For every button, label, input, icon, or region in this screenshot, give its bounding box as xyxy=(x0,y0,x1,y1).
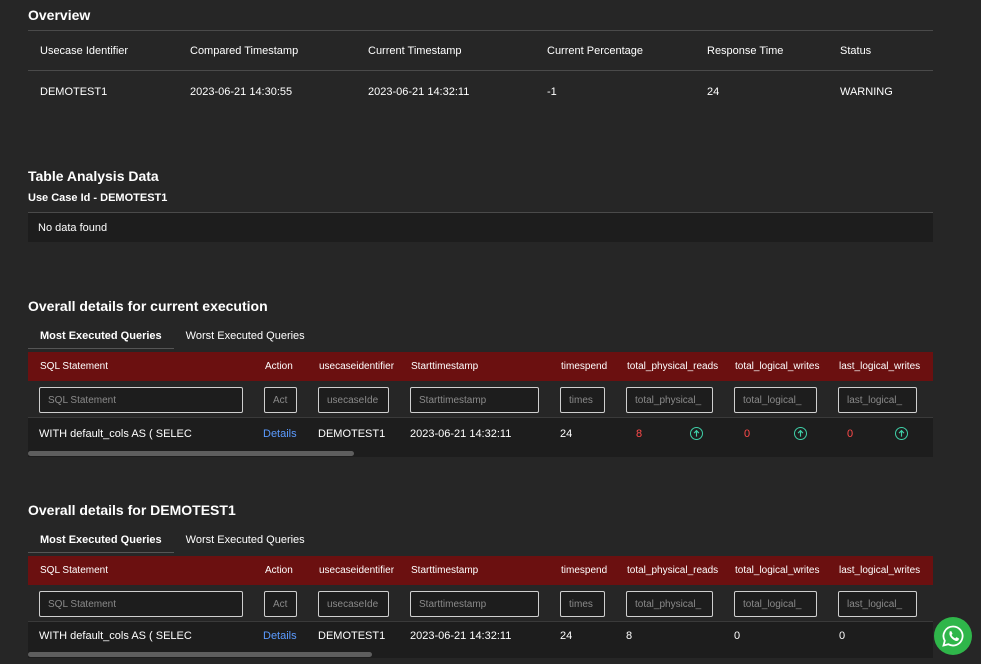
cell-physical-reads: 8 xyxy=(636,427,643,440)
cell-usecase: DEMOTEST1 xyxy=(318,630,386,642)
current-exec-title: Overall details for current execution xyxy=(28,298,268,314)
cell-logical-writes: 0 xyxy=(734,630,741,642)
overview-table: Usecase Identifier Compared Timestamp Cu… xyxy=(28,30,933,112)
filter-physical-reads-input[interactable] xyxy=(626,387,713,413)
cell-last-logical-writes: 0 xyxy=(839,630,846,642)
cell-last-logical-writes: 0 xyxy=(847,427,854,440)
overview-header: Response Time xyxy=(707,44,784,57)
col-header-physical-reads[interactable]: total_physical_reads xyxy=(627,556,718,585)
cell-timespend: 24 xyxy=(560,427,573,440)
table-analysis-table: No data found xyxy=(28,212,933,242)
filter-physical-reads-input[interactable] xyxy=(626,591,713,617)
col-header-timespend[interactable]: timespend xyxy=(561,352,607,381)
tab-worst-executed[interactable]: Worst Executed Queries xyxy=(174,527,317,553)
filter-last-logical-writes-input[interactable] xyxy=(838,591,917,617)
cell-start: 2023-06-21 14:32:11 xyxy=(410,630,512,642)
overview-cell: DEMOTEST1 xyxy=(40,85,108,98)
filter-start-input[interactable] xyxy=(410,387,539,413)
overview-title: Overview xyxy=(28,7,91,23)
overview-header: Usecase Identifier xyxy=(40,44,129,57)
cell-sql: WITH default_cols AS ( SELEC xyxy=(39,427,192,440)
grid-filter-row xyxy=(28,381,933,418)
col-header-start[interactable]: Starttimestamp xyxy=(411,556,478,585)
col-header-logical-writes[interactable]: total_logical_writes xyxy=(735,352,820,381)
demotest-exec-title: Overall details for DEMOTEST1 xyxy=(28,502,236,518)
overview-cell: 2023-06-21 14:30:55 xyxy=(190,85,293,98)
cell-physical-reads: 8 xyxy=(626,630,633,642)
col-header-last-logical-writes[interactable]: last_logical_writes xyxy=(839,352,920,381)
filter-timespend-input[interactable] xyxy=(560,387,605,413)
overview-header: Status xyxy=(840,44,872,57)
col-header-action[interactable]: Action xyxy=(265,556,293,585)
overview-cell: -1 xyxy=(547,85,557,98)
filter-last-logical-writes-input[interactable] xyxy=(838,387,917,413)
arrow-up-circle-icon xyxy=(794,418,807,449)
whatsapp-icon[interactable] xyxy=(934,617,972,655)
scrollbar-thumb[interactable] xyxy=(28,652,372,657)
current-exec-grid: SQL Statement Action usecaseidentifier S… xyxy=(28,352,933,457)
details-link[interactable]: Details xyxy=(263,418,297,449)
tab-worst-executed[interactable]: Worst Executed Queries xyxy=(174,323,317,349)
overview-header: Compared Timestamp xyxy=(190,44,299,57)
col-header-last-logical-writes[interactable]: last_logical_writes xyxy=(839,556,920,585)
cell-sql: WITH default_cols AS ( SELEC xyxy=(39,630,192,642)
filter-logical-writes-input[interactable] xyxy=(734,591,817,617)
grid-filter-row xyxy=(28,585,933,622)
tab-most-executed[interactable]: Most Executed Queries xyxy=(28,527,174,553)
col-header-usecase[interactable]: usecaseidentifier xyxy=(319,352,394,381)
arrow-up-circle-icon xyxy=(895,418,908,449)
overview-cell: 2023-06-21 14:32:11 xyxy=(368,85,470,98)
arrow-up-circle-icon xyxy=(690,418,703,449)
filter-sql-input[interactable] xyxy=(39,591,243,617)
filter-action-input[interactable] xyxy=(264,387,297,413)
filter-logical-writes-input[interactable] xyxy=(734,387,817,413)
overview-header-row: Usecase Identifier Compared Timestamp Cu… xyxy=(28,30,933,71)
col-header-action[interactable]: Action xyxy=(265,352,293,381)
table-row: WITH default_cols AS ( SELEC Details DEM… xyxy=(28,622,933,650)
col-header-sql[interactable]: SQL Statement xyxy=(40,352,108,381)
current-exec-tabs: Most Executed Queries Worst Executed Que… xyxy=(28,323,317,349)
table-row: WITH default_cols AS ( SELEC Details DEM… xyxy=(28,418,933,449)
overview-header: Current Percentage xyxy=(547,44,643,57)
cell-timespend: 24 xyxy=(560,630,573,642)
filter-sql-input[interactable] xyxy=(39,387,243,413)
demotest-exec-grid: SQL Statement Action usecaseidentifier S… xyxy=(28,556,933,658)
table-analysis-title: Table Analysis Data xyxy=(28,168,159,184)
cell-usecase: DEMOTEST1 xyxy=(318,427,386,440)
overview-status: WARNING xyxy=(840,85,893,98)
col-header-usecase[interactable]: usecaseidentifier xyxy=(319,556,394,585)
overview-row: DEMOTEST1 2023-06-21 14:30:55 2023-06-21… xyxy=(28,71,933,112)
grid-header-row: SQL Statement Action usecaseidentifier S… xyxy=(28,352,933,381)
filter-usecase-input[interactable] xyxy=(318,591,389,617)
col-header-start[interactable]: Starttimestamp xyxy=(411,352,478,381)
grid-header-row: SQL Statement Action usecaseidentifier S… xyxy=(28,556,933,585)
no-data-row: No data found xyxy=(28,213,933,242)
overview-header: Current Timestamp xyxy=(368,44,462,57)
tab-most-executed[interactable]: Most Executed Queries xyxy=(28,323,174,349)
col-header-logical-writes[interactable]: total_logical_writes xyxy=(735,556,820,585)
col-header-physical-reads[interactable]: total_physical_reads xyxy=(627,352,718,381)
details-link[interactable]: Details xyxy=(263,622,297,650)
horizontal-scrollbar[interactable] xyxy=(28,650,933,658)
horizontal-scrollbar[interactable] xyxy=(28,449,933,457)
cell-start: 2023-06-21 14:32:11 xyxy=(410,427,512,440)
cell-logical-writes: 0 xyxy=(744,427,751,440)
filter-usecase-input[interactable] xyxy=(318,387,389,413)
col-header-timespend[interactable]: timespend xyxy=(561,556,607,585)
filter-start-input[interactable] xyxy=(410,591,539,617)
filter-action-input[interactable] xyxy=(264,591,297,617)
filter-timespend-input[interactable] xyxy=(560,591,605,617)
overview-cell: 24 xyxy=(707,85,720,98)
scrollbar-thumb[interactable] xyxy=(28,451,354,456)
table-analysis-subtitle: Use Case Id - DEMOTEST1 xyxy=(28,192,168,204)
col-header-sql[interactable]: SQL Statement xyxy=(40,556,108,585)
demotest-exec-tabs: Most Executed Queries Worst Executed Que… xyxy=(28,527,317,553)
